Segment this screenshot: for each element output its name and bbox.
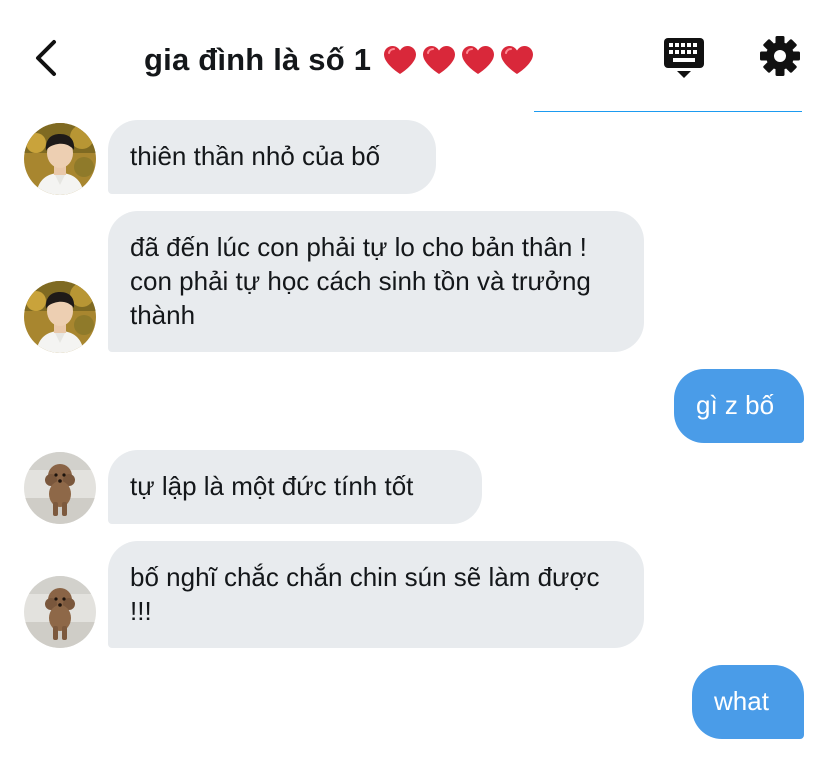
conversation-title-text: gia đình là số 1 [144,42,372,77]
red-heart-icon [500,45,534,75]
young-man-avatar-icon [24,281,96,353]
avatar[interactable] [24,576,96,648]
message-text: tự lập là một đức tính tốt [130,471,414,501]
red-heart-icon [461,45,495,75]
conversation-header: gia đình là số 1 [0,0,828,112]
avatar[interactable] [24,281,96,353]
settings-button[interactable] [758,34,802,78]
avatar[interactable] [24,452,96,524]
message-text: đã đến lúc con phải tự lo cho bản thân !… [130,232,591,330]
back-button[interactable] [28,36,68,80]
avatar[interactable] [24,123,96,195]
conversation-title[interactable]: gia đình là số 1 [144,38,534,82]
message-bubble-incoming[interactable]: bố nghĩ chắc chắn chin sún sẽ làm được !… [108,541,644,648]
red-heart-icon [383,45,417,75]
message-bubble-incoming[interactable]: đã đến lúc con phải tự lo cho bản thân !… [108,211,644,352]
message-text: bố nghĩ chắc chắn chin sún sẽ làm được !… [130,562,600,626]
message-text: gì z bố [696,390,775,420]
poodle-avatar-icon [24,576,96,648]
keyboard-icon [664,38,704,78]
heart-emojis [383,45,534,75]
young-man-avatar-icon [24,123,96,195]
header-divider [534,111,802,112]
gear-icon [760,36,800,76]
message-bubble-outgoing[interactable]: gì z bố [674,369,804,443]
message-text: thiên thần nhỏ của bố [130,141,381,171]
back-chevron-icon [36,40,56,76]
message-bubble-outgoing[interactable]: what [692,665,804,739]
keyboard-button[interactable] [663,36,705,80]
message-bubble-incoming[interactable]: thiên thần nhỏ của bố [108,120,436,194]
message-text: what [714,686,769,716]
poodle-avatar-icon [24,452,96,524]
red-heart-icon [422,45,456,75]
message-bubble-incoming[interactable]: tự lập là một đức tính tốt [108,450,482,524]
